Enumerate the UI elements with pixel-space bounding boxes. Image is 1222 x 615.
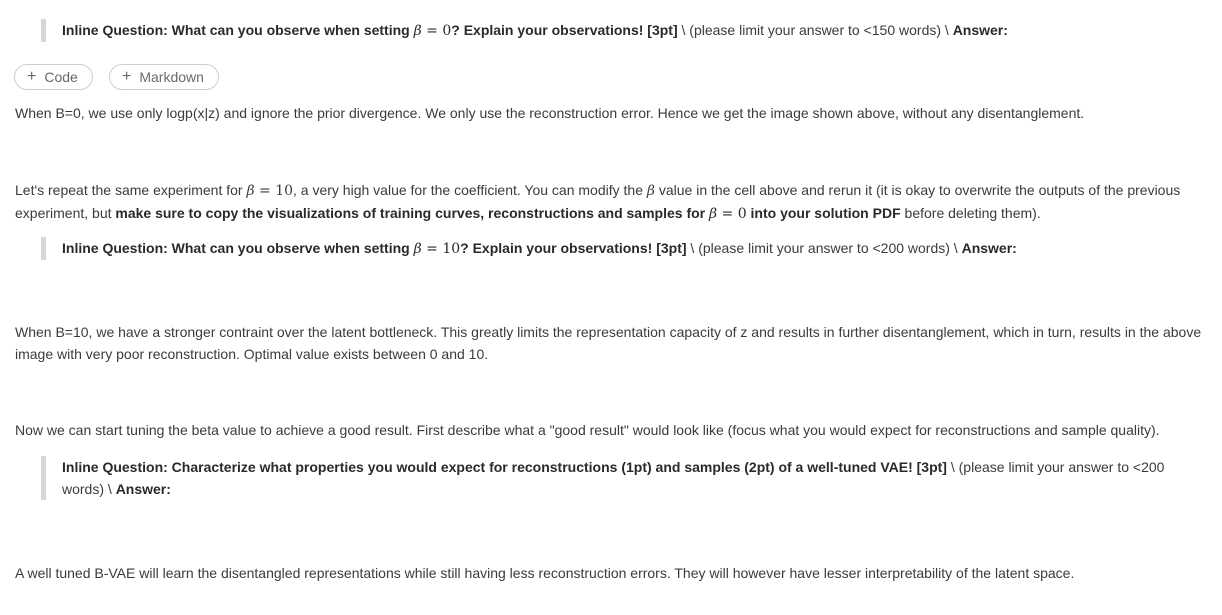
beta-10-math: β = 10 — [246, 183, 294, 199]
question-3-answer-label: Answer: — [115, 481, 171, 497]
plus-icon: + — [122, 68, 132, 85]
question-2-limit: \ (please limit your answer to <200 word… — [686, 240, 962, 256]
inline-question-1: Inline Question: What can you observe wh… — [41, 19, 1212, 42]
tuning-paragraph: Now we can start tuning the beta value t… — [15, 422, 1160, 438]
question-2-answer-label: Answer: — [961, 240, 1017, 256]
answer-3-text: A well tuned B-VAE will learn the disent… — [15, 565, 1075, 581]
question-3-text: Inline Question: Characterize what prope… — [62, 459, 947, 475]
question-1-text: Inline Question: What can you observe wh… — [62, 22, 678, 39]
experiment-paragraph: Let's repeat the same experiment for β =… — [15, 182, 1181, 222]
question-1-limit: \ (please limit your answer to <150 word… — [677, 22, 953, 38]
add-code-button[interactable]: + Code — [14, 64, 93, 90]
question-1-answer-label: Answer: — [952, 22, 1008, 38]
add-markdown-button[interactable]: + Markdown — [109, 64, 219, 90]
inline-question-2: Inline Question: What can you observe wh… — [41, 237, 1212, 260]
inline-question-3: Inline Question: Characterize what prope… — [41, 456, 1172, 500]
plus-icon: + — [27, 68, 37, 85]
add-markdown-label: Markdown — [139, 69, 204, 85]
question-2-text: Inline Question: What can you observe wh… — [62, 240, 687, 257]
answer-1-text: When B=0, we use only logp(x|z) and igno… — [15, 105, 1085, 121]
add-code-label: Code — [44, 69, 78, 85]
answer-2-text: When B=10, we have a stronger contraint … — [15, 324, 1202, 362]
